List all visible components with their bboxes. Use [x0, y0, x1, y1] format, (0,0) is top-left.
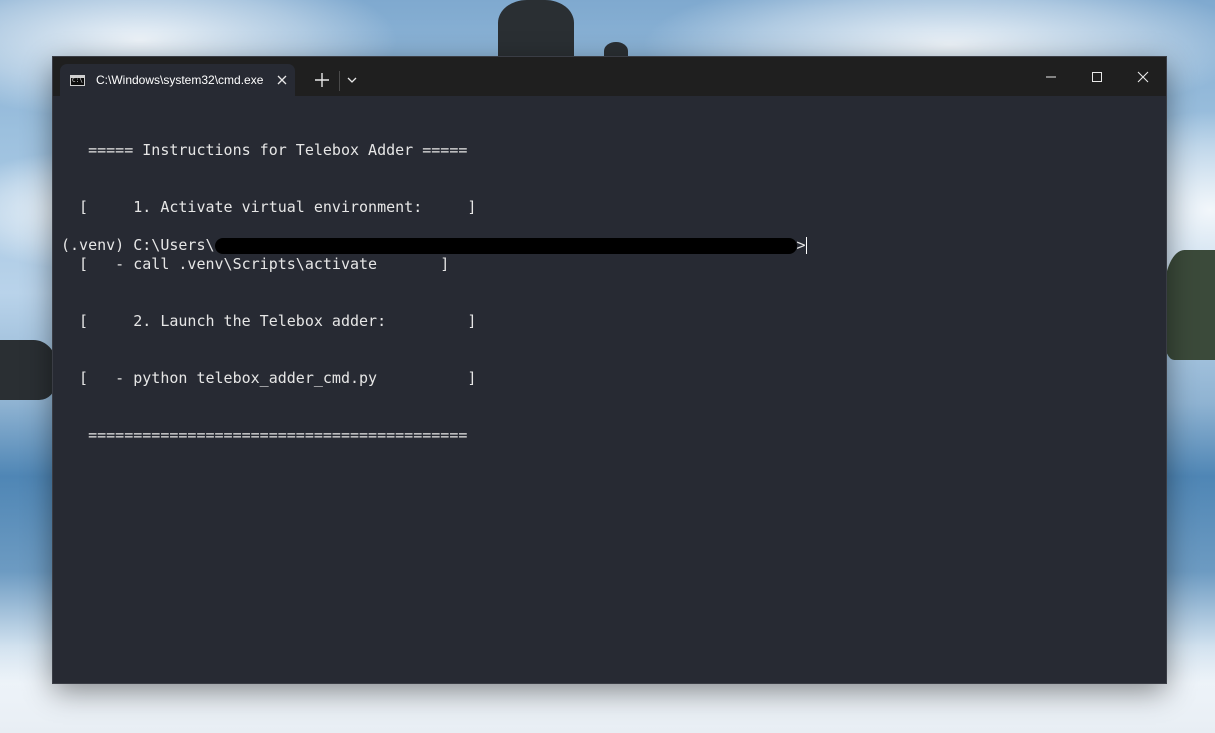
console-line: [ - python telebox_adder_cmd.py ] [61, 369, 477, 387]
minimize-icon [1046, 76, 1056, 78]
prompt-path: (.venv) C:\Users\ [61, 236, 215, 254]
redacted-path [214, 238, 797, 254]
console-line: ===== Instructions for Telebox Adder ===… [61, 141, 468, 159]
close-icon [277, 75, 287, 85]
tab-title: C:\Windows\system32\cmd.exe [96, 73, 264, 87]
chevron-down-icon [347, 77, 357, 83]
console-line: [ - call .venv\Scripts\activate ] [61, 255, 450, 273]
console-line: [ 1. Activate virtual environment: ] [61, 198, 477, 216]
tab-dropdown-button[interactable] [343, 70, 361, 90]
close-icon [1137, 71, 1149, 83]
title-bar[interactable]: C:\ C:\Windows\system32\cmd.exe [53, 57, 1166, 96]
new-tab-button[interactable] [311, 69, 333, 91]
close-window-button[interactable] [1120, 57, 1166, 96]
close-tab-button[interactable] [274, 72, 290, 88]
prompt-symbol: > [796, 236, 806, 254]
minimize-button[interactable] [1028, 57, 1074, 96]
plus-icon [315, 73, 329, 87]
terminal-window: C:\ C:\Windows\system32\cmd.exe ===== In… [53, 57, 1166, 683]
console-line: [ 2. Launch the Telebox adder: ] [61, 312, 477, 330]
maximize-icon [1092, 72, 1102, 82]
command-prompt[interactable]: (.venv) C:\Users\ > [61, 236, 807, 255]
maximize-button[interactable] [1074, 57, 1120, 96]
text-cursor [805, 237, 807, 254]
tab-separator [339, 71, 340, 91]
console-output[interactable]: ===== Instructions for Telebox Adder ===… [61, 103, 1161, 673]
tab-cmd[interactable]: C:\ C:\Windows\system32\cmd.exe [60, 64, 295, 96]
cmd-icon: C:\ [70, 75, 85, 86]
console-line: ========================================… [61, 426, 468, 444]
